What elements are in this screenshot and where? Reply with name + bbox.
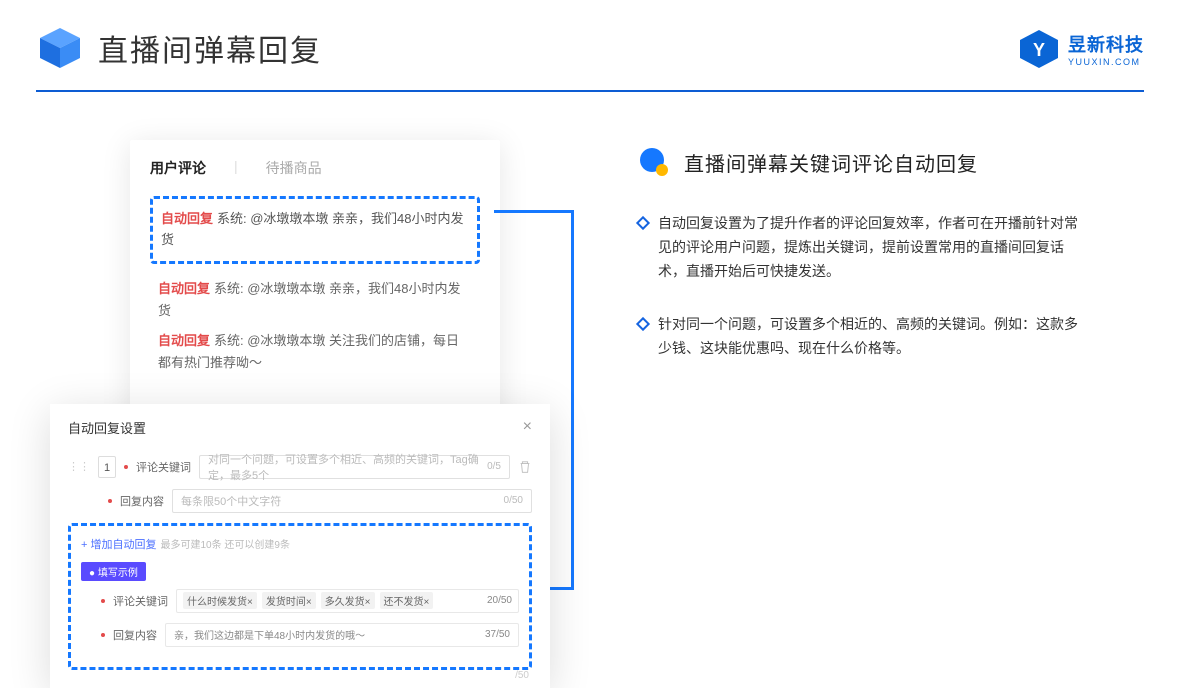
outer-count: /50 — [515, 670, 529, 681]
tab-pending-goods[interactable]: 待播商品 — [266, 158, 322, 178]
connector-line — [494, 210, 574, 213]
example-content-input[interactable]: 亲，我们这边都是下单48小时内发货的哦～37/50 — [165, 623, 519, 647]
required-dot-icon — [124, 465, 128, 469]
screenshot-panel: 用户评论 | 待播商品 自动回复系统: @冰墩墩本墩 亲亲，我们48小时内发货 … — [50, 140, 550, 688]
section-title: 直播间弹幕关键词评论自动回复 — [684, 148, 978, 177]
keyword-label: 评论关键词 — [136, 459, 191, 475]
add-hint: 最多可建10条 还可以创建9条 — [160, 536, 289, 551]
chip[interactable]: 发货时间× — [262, 592, 316, 609]
bullet-item: 针对同一个问题，可设置多个相近的、高频的关键词。例如：这款多少钱、这块能优惠吗、… — [638, 313, 1144, 361]
content-input[interactable]: 每条限50个中文字符0/50 — [172, 489, 532, 513]
index-box: 1 — [98, 456, 116, 478]
add-reply-link[interactable]: + 增加自动回复 — [81, 536, 156, 552]
header: 直播间弹幕回复 — [0, 0, 1180, 90]
delete-icon[interactable] — [518, 460, 532, 474]
highlighted-comment: 自动回复系统: @冰墩墩本墩 亲亲，我们48小时内发货 — [150, 196, 480, 264]
example-tag: ● 填写示例 — [81, 562, 146, 581]
brand: Y 昱新科技YUUXIN.COM — [1018, 28, 1144, 70]
chip[interactable]: 多久发货× — [321, 592, 375, 609]
chip[interactable]: 什么时候发货× — [183, 592, 257, 609]
page-title: 直播间弹幕回复 — [98, 26, 322, 70]
bullet-item: 自动回复设置为了提升作者的评论回复效率，作者可在开播前针对常见的评论用户问题，提… — [638, 212, 1144, 283]
required-dot-icon — [108, 499, 112, 503]
settings-title: 自动回复设置 — [68, 418, 146, 437]
chat-bubble-icon — [638, 146, 670, 178]
close-icon[interactable]: × — [523, 418, 532, 436]
diamond-icon — [636, 317, 650, 331]
example-highlight-box: + 增加自动回复最多可建10条 还可以创建9条 ● 填写示例 评论关键词 什么时… — [68, 523, 532, 670]
auto-reply-tag: 自动回复 — [161, 211, 213, 226]
example-keyword-input[interactable]: 什么时候发货× 发货时间× 多久发货× 还不发货× 20/50 — [176, 589, 519, 613]
drag-handle-icon[interactable]: ⋮⋮ — [68, 460, 90, 473]
chip[interactable]: 还不发货× — [380, 592, 434, 609]
content-label: 回复内容 — [120, 493, 164, 509]
brand-logo-icon: Y — [1018, 28, 1060, 70]
connector-line — [571, 210, 574, 590]
diamond-icon — [636, 216, 650, 230]
cube-icon — [36, 24, 84, 72]
brand-name-en: YUUXIN.COM — [1068, 57, 1144, 67]
brand-name-cn: 昱新科技 — [1068, 31, 1144, 57]
settings-card: 自动回复设置 × ⋮⋮ 1 评论关键词 对同一个问题，可设置多个相近、高频的关键… — [50, 404, 550, 688]
comment-row: 自动回复系统: @冰墩墩本墩 亲亲，我们48小时内发货 — [150, 278, 480, 322]
keyword-input[interactable]: 对同一个问题，可设置多个相近、高频的关键词，Tag确定，最多5个0/5 — [199, 455, 510, 479]
tab-user-comments[interactable]: 用户评论 — [150, 158, 206, 178]
description-panel: 直播间弹幕关键词评论自动回复 自动回复设置为了提升作者的评论回复效率，作者可在开… — [550, 140, 1144, 688]
comment-row: 自动回复系统: @冰墩墩本墩 关注我们的店铺，每日都有热门推荐呦～ — [150, 330, 480, 374]
comment-card: 用户评论 | 待播商品 自动回复系统: @冰墩墩本墩 亲亲，我们48小时内发货 … — [130, 140, 500, 428]
svg-text:Y: Y — [1033, 40, 1045, 60]
